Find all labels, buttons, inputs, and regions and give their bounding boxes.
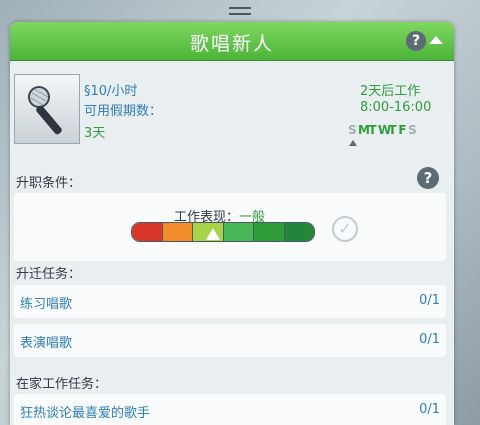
performance-box: 工作表现：一般 ✓	[14, 193, 446, 261]
career-title: 歌唱新人	[189, 33, 274, 55]
list-item[interactable]: 练习唱歌 0/1	[14, 285, 446, 318]
promotion-label: 升职条件：	[16, 176, 82, 191]
promotion-help-icon[interactable]: ?	[417, 167, 439, 189]
task-progress: 0/1	[419, 332, 440, 347]
work-days: SMTWTFS	[348, 123, 418, 137]
vacation-days: 3天	[84, 126, 106, 141]
performance-segment	[284, 223, 314, 241]
performance-bar	[131, 222, 315, 242]
task-progress: 0/1	[419, 402, 440, 417]
day-thu: T	[388, 123, 398, 137]
list-item[interactable]: 狂热谈论最喜爱的歌手 0/1	[14, 394, 446, 425]
panel-header: 歌唱新人 ?	[10, 22, 454, 61]
day-sat: S	[408, 123, 418, 137]
performance-segment	[132, 223, 163, 241]
day-fri: F	[398, 123, 408, 137]
window-drag-handle[interactable]	[229, 7, 251, 15]
task-progress: 0/1	[419, 293, 440, 308]
collapse-icon[interactable]	[429, 36, 443, 44]
performance-segment	[223, 223, 254, 241]
day-tue: T	[368, 123, 378, 137]
day-sun: S	[348, 123, 358, 137]
day-mon: M	[358, 123, 371, 137]
wage-text: §10/小时	[84, 84, 138, 99]
career-panel: 歌唱新人 ? §10/小时 可用假期数： 3天 2天后工作 8:00-16:00…	[10, 22, 454, 425]
current-day-marker-icon	[349, 140, 357, 146]
career-icon	[14, 74, 80, 144]
task-name: 练习唱歌	[20, 297, 73, 312]
performance-segment	[254, 223, 285, 241]
promotion-tasks-label: 升迁任务：	[16, 267, 82, 282]
home-tasks-label: 在家工作任务：	[16, 377, 108, 392]
next-work-text: 2天后工作	[360, 84, 421, 99]
day-wed: W	[378, 123, 393, 137]
work-hours: 8:00-16:00	[360, 100, 432, 115]
microphone-icon	[28, 86, 62, 135]
vacation-label: 可用假期数：	[84, 104, 163, 119]
list-item[interactable]: 表演唱歌 0/1	[14, 324, 446, 357]
performance-segment	[162, 223, 193, 241]
help-icon[interactable]: ?	[406, 31, 426, 51]
task-name: 表演唱歌	[20, 336, 73, 351]
performance-marker-icon	[205, 228, 220, 240]
task-name: 狂热谈论最喜爱的歌手	[20, 406, 151, 421]
checkmark-icon: ✓	[332, 216, 358, 242]
